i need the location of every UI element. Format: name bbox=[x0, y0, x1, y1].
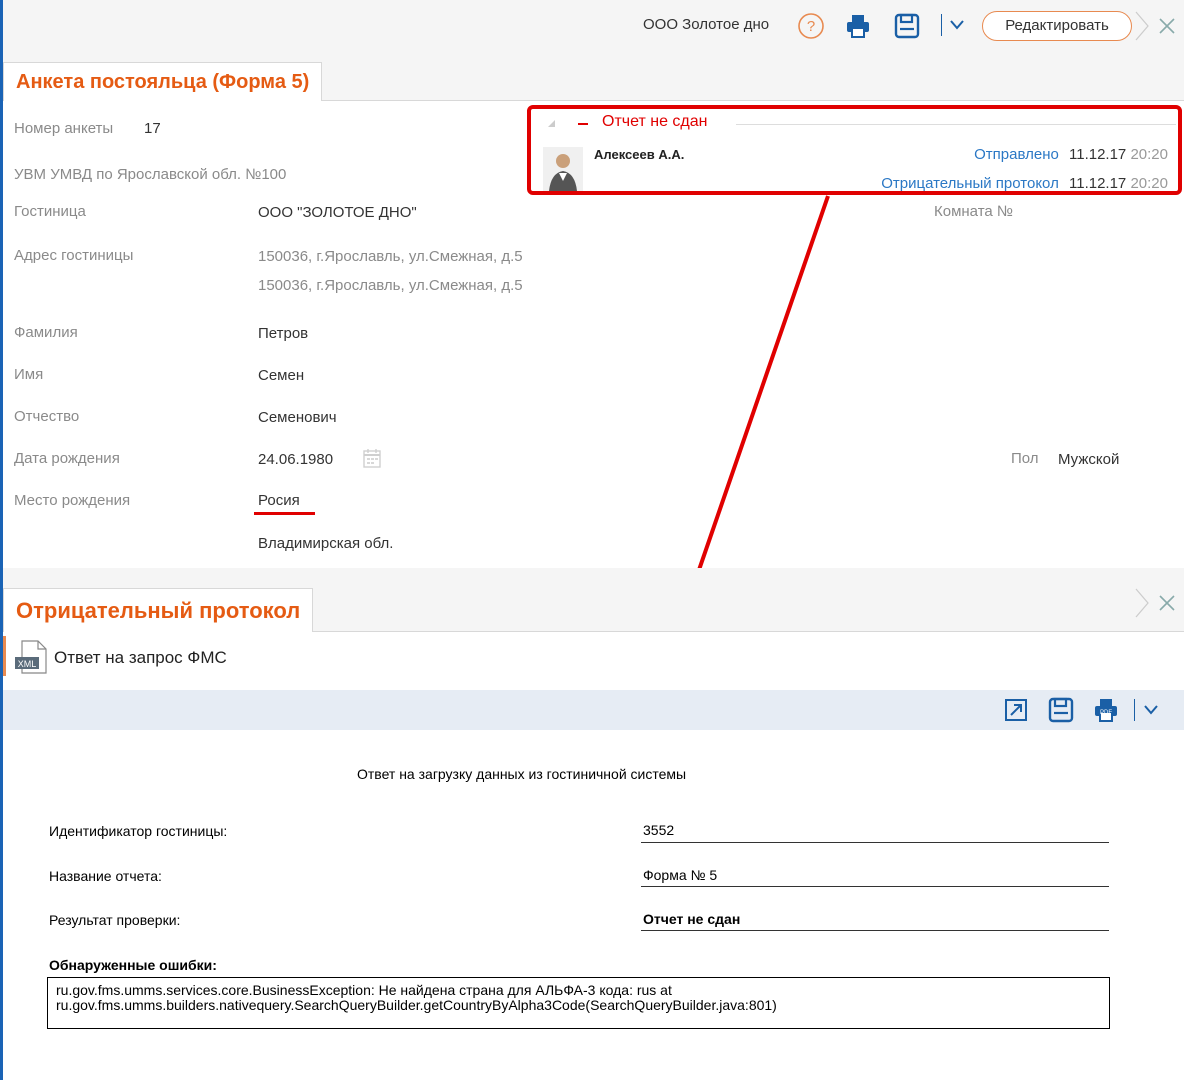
open-external-icon[interactable] bbox=[1003, 697, 1029, 723]
sent-label[interactable]: Отправлено bbox=[974, 146, 1059, 163]
close-protocol-icon[interactable] bbox=[1134, 587, 1182, 619]
protocol-date: 11.12.17 bbox=[1069, 175, 1127, 192]
report-title: Ответ на загрузку данных из гостиничной … bbox=[357, 766, 687, 782]
error-line-1: ru.gov.fms.umms.services.core.BusinessEx… bbox=[56, 982, 672, 998]
protocol-row: Отрицательный протокол 11.12.17 20:20 bbox=[881, 175, 1168, 192]
doc-chevron-down-icon[interactable] bbox=[1143, 703, 1159, 717]
birthdate-value: 24.06.1980 bbox=[258, 451, 334, 468]
result-value: Отчет не сдан bbox=[643, 911, 741, 927]
authority: УВМ УМВД по Ярославской обл. №100 bbox=[14, 166, 287, 183]
name-label: Имя bbox=[14, 366, 44, 383]
tab-guest-form[interactable]: Анкета постояльца (Форма 5) bbox=[3, 62, 323, 101]
gender-label: Пол bbox=[1011, 450, 1039, 467]
file-item-marker bbox=[3, 636, 6, 676]
surname-label: Фамилия bbox=[14, 324, 78, 341]
birthplace-region: Владимирская обл. bbox=[258, 535, 394, 552]
patronymic-label: Отчество bbox=[14, 408, 80, 425]
toolbar-divider bbox=[941, 14, 942, 36]
address-line-2: 150036, г.Ярославль, ул.Смежная, д.5 bbox=[258, 277, 523, 294]
status-divider bbox=[736, 124, 1176, 125]
save-icon[interactable] bbox=[894, 13, 920, 39]
chevron-down-icon[interactable] bbox=[949, 18, 965, 32]
report-status-box: Отчет не сдан Алексеев А.А. Отправлено 1… bbox=[527, 105, 1182, 195]
tab-negative-protocol[interactable]: Отрицательный протокол bbox=[3, 588, 314, 632]
number-label: Номер анкеты bbox=[14, 120, 114, 137]
status-title: Отчет не сдан bbox=[602, 113, 708, 130]
sent-time: 20:20 bbox=[1130, 146, 1168, 163]
result-underline bbox=[641, 930, 1109, 931]
report-name-underline bbox=[641, 886, 1109, 887]
edit-button[interactable]: Редактировать bbox=[982, 11, 1132, 41]
hotel-label: Гостиница bbox=[14, 203, 86, 220]
sent-date: 11.12.17 bbox=[1069, 146, 1127, 163]
hotel-id-label: Идентификатор гостиницы: bbox=[49, 823, 228, 839]
hotel-value: ООО "ЗОЛОТОЕ ДНО" bbox=[258, 204, 417, 221]
avatar bbox=[543, 147, 583, 191]
print-icon[interactable] bbox=[845, 13, 871, 39]
error-underline bbox=[254, 512, 315, 515]
errors-box: ru.gov.fms.umms.services.core.BusinessEx… bbox=[47, 977, 1110, 1029]
gender-value: Мужской bbox=[1058, 451, 1120, 468]
birthplace-label: Место рождения bbox=[14, 492, 131, 509]
hotel-id-underline bbox=[641, 842, 1109, 843]
error-line-2: ru.gov.fms.umms.builders.nativequery.Sea… bbox=[56, 997, 777, 1013]
room-label: Комната № bbox=[934, 203, 1013, 220]
errors-label: Обнаруженные ошибки: bbox=[49, 957, 217, 973]
doc-toolbar-divider bbox=[1134, 699, 1135, 721]
close-icon[interactable] bbox=[1134, 10, 1182, 42]
minus-icon[interactable] bbox=[578, 123, 588, 125]
result-label: Результат проверки: bbox=[49, 912, 181, 928]
address-line-1: 150036, г.Ярославль, ул.Смежная, д.5 bbox=[258, 248, 523, 265]
xml-file-icon[interactable]: XML bbox=[14, 639, 48, 675]
number-value: 17 bbox=[144, 120, 161, 137]
help-icon[interactable]: ? bbox=[797, 12, 825, 40]
birthdate-label: Дата рождения bbox=[14, 450, 120, 467]
surname-value: Петров bbox=[258, 325, 309, 342]
birthplace-country: Росия bbox=[258, 492, 300, 509]
collapse-arrow-icon[interactable] bbox=[547, 119, 557, 129]
sent-row: Отправлено 11.12.17 20:20 bbox=[974, 146, 1168, 163]
protocol-time: 20:20 bbox=[1130, 175, 1168, 192]
svg-text:?: ? bbox=[807, 18, 815, 35]
svg-text:PDF: PDF bbox=[1100, 710, 1112, 716]
svg-text:XML: XML bbox=[18, 659, 37, 669]
hotel-id-value: 3552 bbox=[643, 822, 675, 838]
calendar-icon[interactable] bbox=[362, 447, 382, 469]
org-name: ООО Золотое дно bbox=[643, 16, 770, 33]
status-user: Алексеев А.А. bbox=[594, 147, 685, 162]
protocol-link[interactable]: Отрицательный протокол bbox=[881, 175, 1059, 192]
save-document-icon[interactable] bbox=[1048, 697, 1074, 723]
address-label: Адрес гостиницы bbox=[14, 247, 134, 264]
print-pdf-icon[interactable]: PDF bbox=[1093, 697, 1119, 723]
file-label[interactable]: Ответ на запрос ФМС bbox=[54, 648, 227, 668]
patronymic-value: Семенович bbox=[258, 409, 337, 426]
name-value: Семен bbox=[258, 367, 305, 384]
report-name-label: Название отчета: bbox=[49, 868, 162, 884]
report-name-value: Форма № 5 bbox=[643, 867, 718, 883]
